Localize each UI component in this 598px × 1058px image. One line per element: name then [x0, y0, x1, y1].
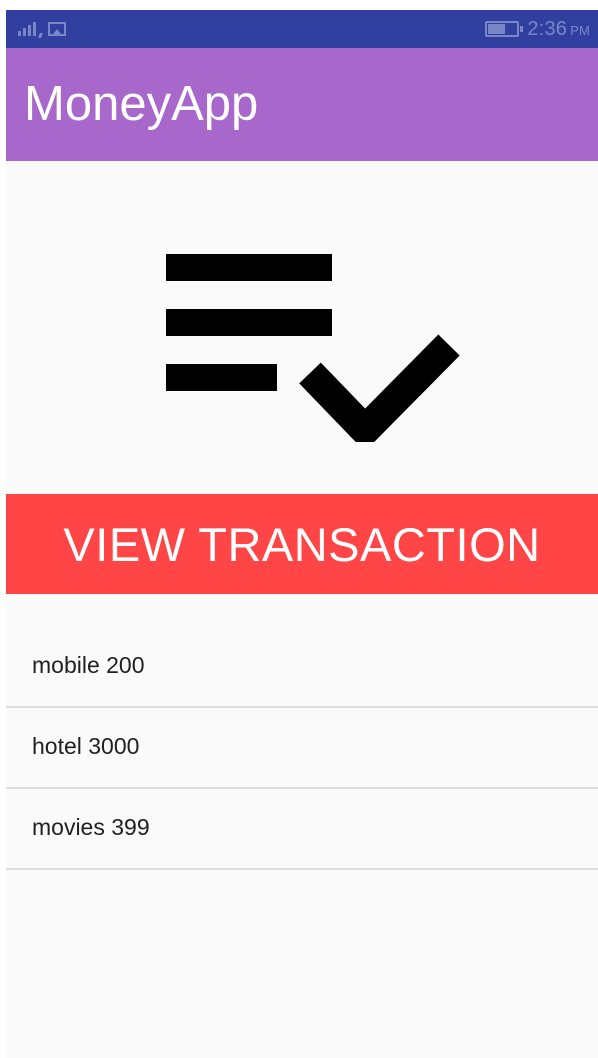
status-time-value: 2:36	[527, 17, 568, 40]
status-time-ampm: PM	[570, 22, 590, 38]
status-right: 2:36 PM	[485, 17, 590, 41]
list-item[interactable]: hotel 3000	[6, 708, 598, 789]
transaction-label: movies 399	[32, 814, 150, 840]
battery-icon	[485, 21, 524, 37]
signal-icon	[18, 22, 43, 38]
app-screen: 2:36 PM MoneyApp VIEW TRANSACTION mobile …	[6, 10, 598, 1058]
status-time: 2:36 PM	[527, 18, 590, 41]
list-item[interactable]: mobile 200	[6, 627, 598, 708]
transaction-label: mobile 200	[32, 652, 145, 678]
view-transaction-button[interactable]: VIEW TRANSACTION	[6, 494, 598, 594]
transaction-label: hotel 3000	[32, 733, 140, 759]
list-item[interactable]: movies 399	[6, 789, 598, 870]
screen: 2:36 PM MoneyApp VIEW TRANSACTION mobile …	[0, 0, 598, 1058]
app-bar: MoneyApp	[6, 48, 598, 161]
transaction-list: mobile 200 hotel 3000 movies 399	[6, 627, 598, 870]
playlist-check-icon	[166, 254, 460, 442]
status-left	[18, 19, 66, 39]
status-bar: 2:36 PM	[6, 10, 598, 48]
gallery-icon	[48, 22, 66, 36]
app-title: MoneyApp	[24, 77, 259, 131]
